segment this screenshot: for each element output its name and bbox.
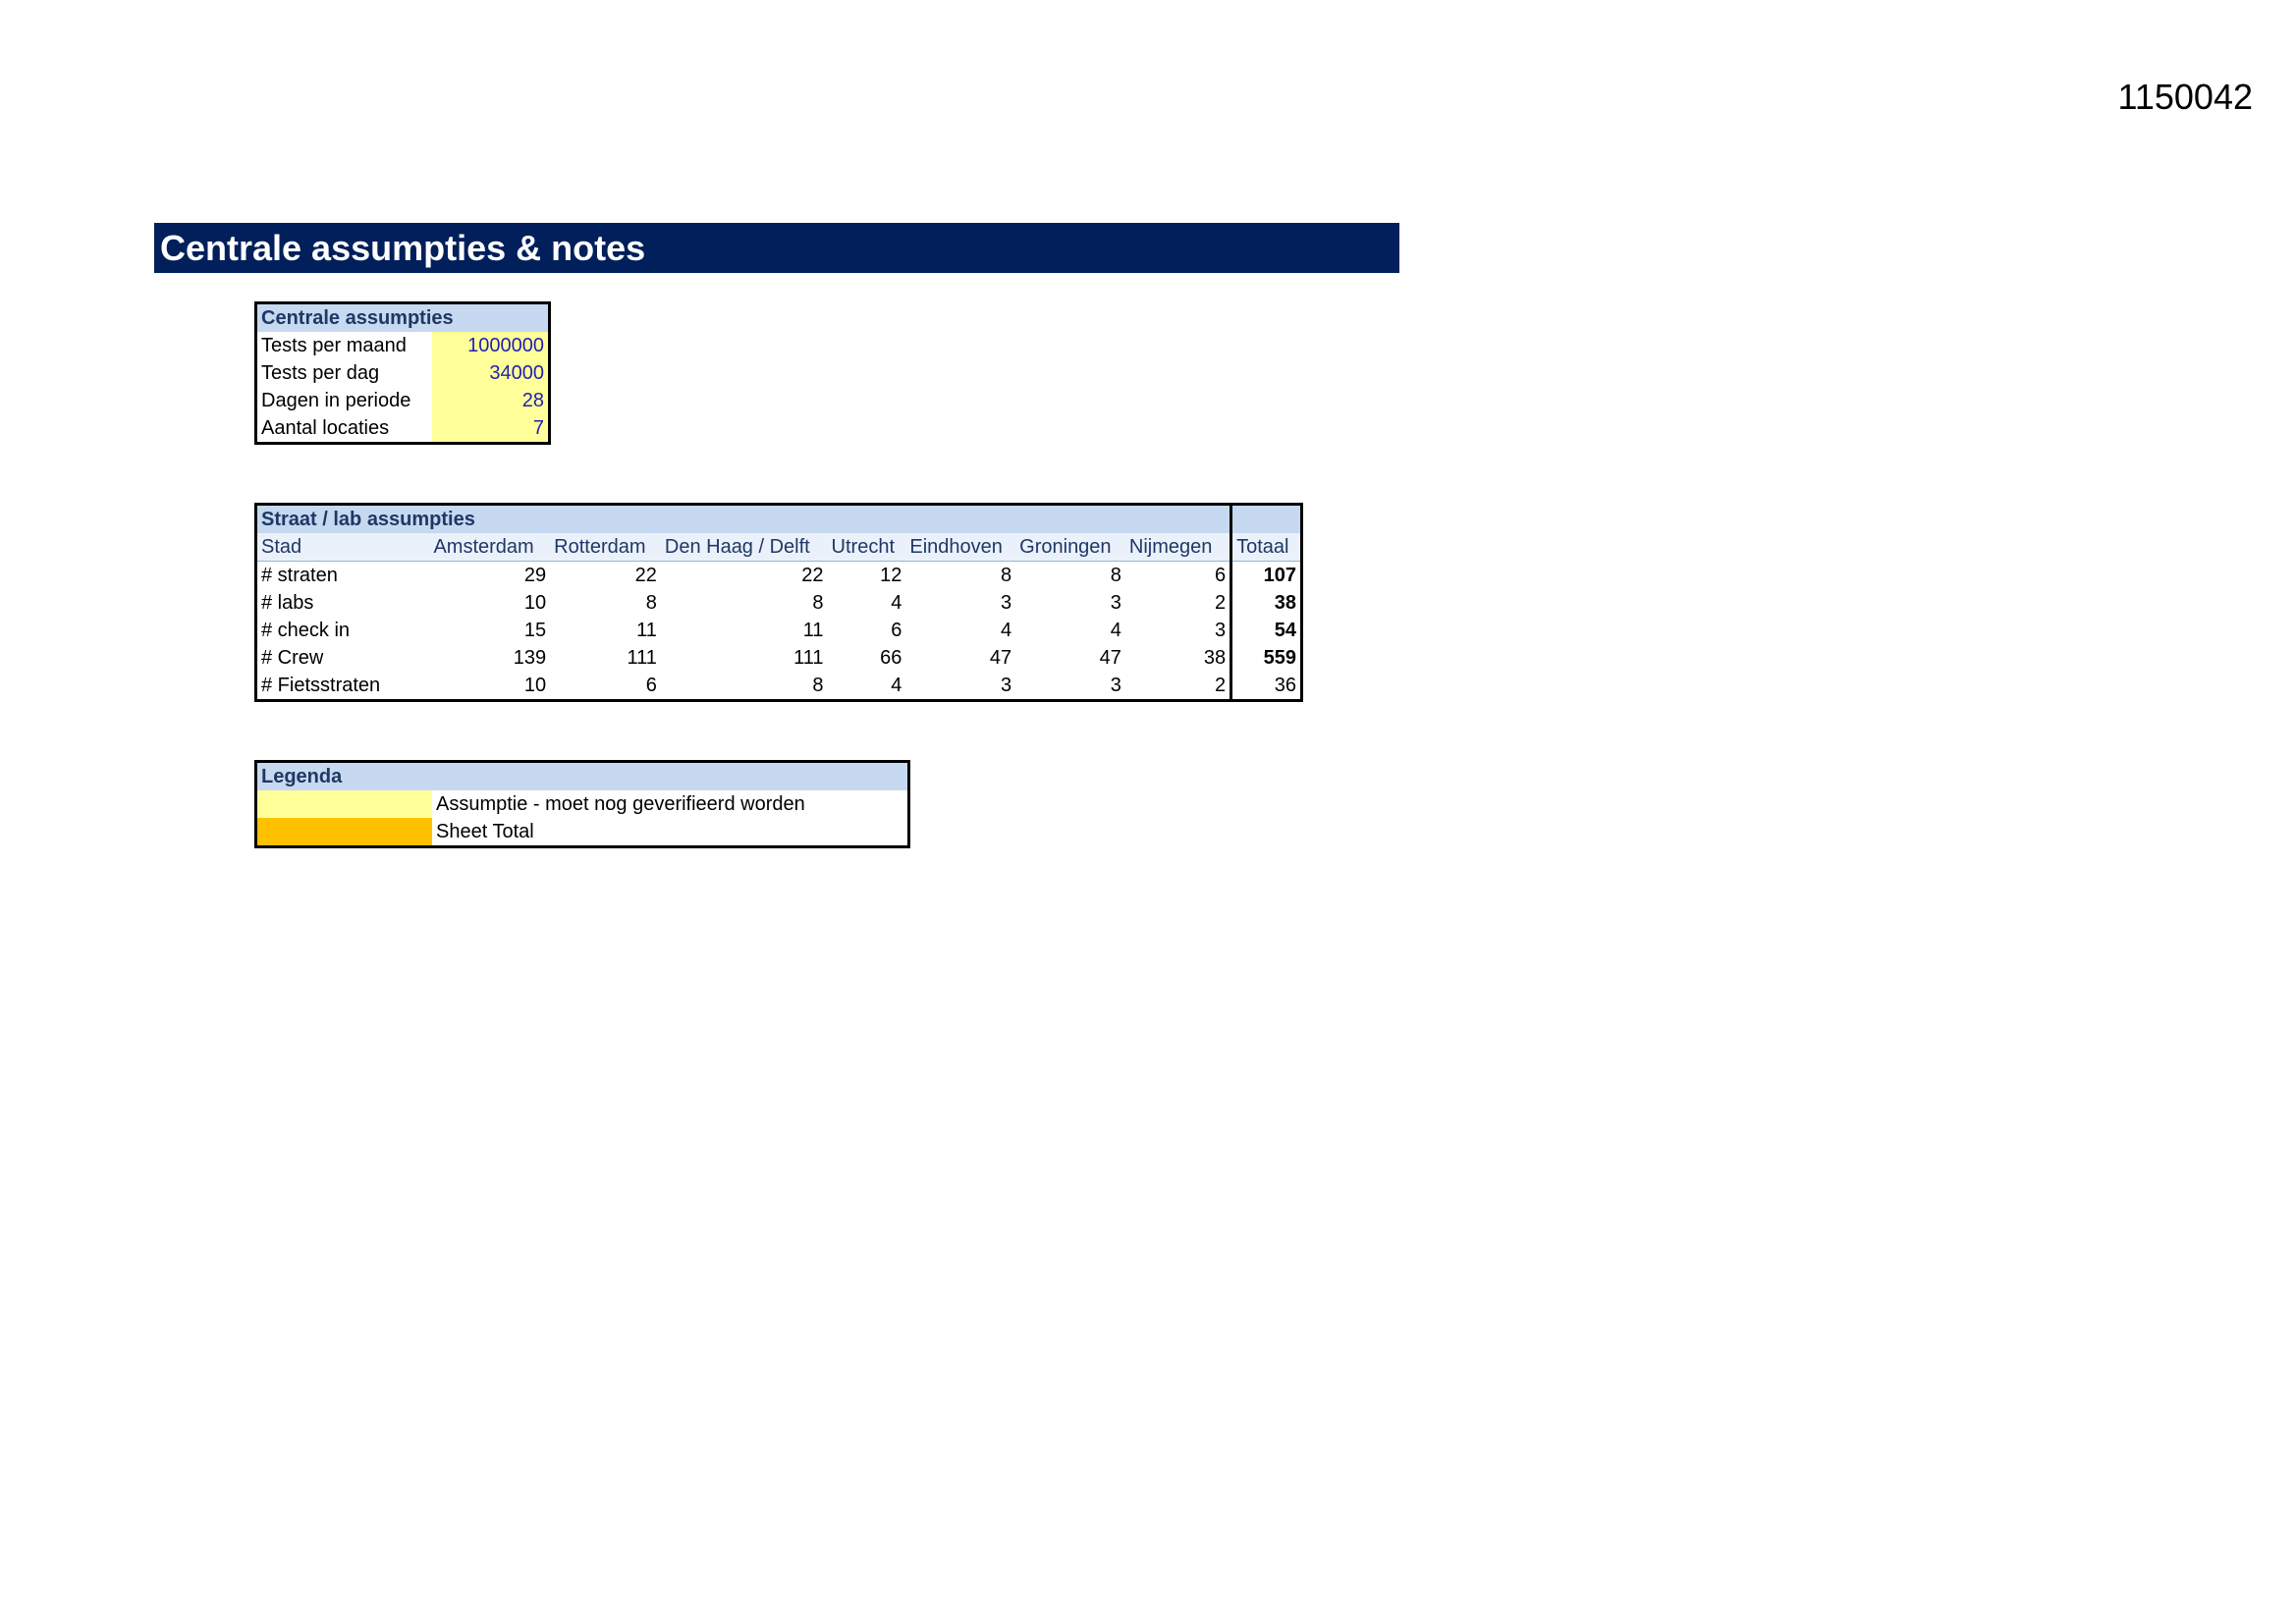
- cell: 3: [1214, 620, 1227, 641]
- row-label: # straten: [261, 565, 338, 586]
- cell: 4: [891, 592, 902, 614]
- col-header: Den Haag / Delft: [660, 533, 828, 562]
- cell: 29: [523, 565, 547, 586]
- legend-swatch-assumption: [255, 790, 432, 818]
- cell: 38: [1203, 647, 1227, 669]
- total-header-blank: [1230, 504, 1302, 533]
- page-title: Centrale assumpties & notes: [154, 223, 1399, 273]
- total-cell: 38: [1230, 589, 1302, 617]
- cell: 10: [523, 675, 547, 696]
- cell: 8: [1001, 565, 1012, 586]
- cell: 4: [1001, 620, 1012, 641]
- row-label: # check in: [261, 620, 351, 641]
- col-header: Nijmegen: [1124, 533, 1231, 562]
- street-lab-table: Straat / lab assumpties Stad Amsterdam R…: [254, 503, 1303, 702]
- cell: 47: [989, 647, 1012, 669]
- cell: 10: [523, 592, 547, 614]
- total-cell: 36: [1230, 672, 1302, 701]
- central-value: 1000000: [432, 332, 550, 359]
- cell: 6: [645, 675, 657, 696]
- central-value: 7: [432, 414, 550, 444]
- cell: 6: [1214, 565, 1227, 586]
- table-row: # check in 15 11 11 6 4 4 3 54: [256, 617, 1302, 644]
- cell: 12: [880, 565, 902, 586]
- central-assumptions-header: Centrale assumpties: [255, 302, 550, 332]
- cell: 22: [801, 565, 824, 586]
- street-lab-header: Straat / lab assumpties: [255, 504, 1231, 533]
- cell: 11: [636, 620, 657, 641]
- central-label: Tests per maand: [261, 335, 407, 356]
- cell: 111: [793, 647, 824, 669]
- cell: 3: [1110, 592, 1121, 614]
- cell: 4: [1110, 620, 1121, 641]
- col-header: Eindhoven: [905, 533, 1016, 562]
- table-row: # straten 29 22 22 12 8 8 6 107: [256, 561, 1302, 589]
- central-label: Aantal locaties: [261, 417, 390, 439]
- table-row: # Crew 139 111 111 66 47 47 38 559: [256, 644, 1302, 672]
- central-assumptions-table: Centrale assumpties Tests per maand 10000…: [254, 301, 551, 445]
- cell: 8: [1110, 565, 1121, 586]
- cell: 6: [891, 620, 902, 641]
- cell: 4: [891, 675, 902, 696]
- col-header: Utrecht: [827, 533, 906, 562]
- central-label: Dagen in periode: [261, 390, 411, 411]
- cell: 47: [1099, 647, 1121, 669]
- legend-table: Legenda Assumptie - moet nog geverifieer…: [254, 760, 910, 848]
- total-cell: 54: [1230, 617, 1302, 644]
- legend-header: Legenda: [255, 761, 909, 790]
- cell: 8: [645, 592, 657, 614]
- cell: 139: [513, 647, 547, 669]
- total-cell: 559: [1230, 644, 1302, 672]
- central-label: Tests per dag: [261, 362, 380, 384]
- legend-label: Sheet Total: [436, 821, 534, 842]
- col-header: Groningen: [1015, 533, 1125, 562]
- cell: 3: [1110, 675, 1121, 696]
- col-header: Rotterdam: [550, 533, 661, 562]
- cell: 8: [812, 592, 824, 614]
- cell: 111: [627, 647, 657, 669]
- central-value: 28: [432, 387, 550, 414]
- row-label: # labs: [261, 592, 314, 614]
- cell: 8: [812, 675, 824, 696]
- cell: 2: [1214, 592, 1227, 614]
- col-header-total: Totaal: [1230, 533, 1302, 562]
- legend-swatch-total: [255, 818, 432, 847]
- cell: 3: [1001, 592, 1012, 614]
- col-header: Amsterdam: [429, 533, 551, 562]
- cell: 15: [523, 620, 547, 641]
- cell: 66: [880, 647, 902, 669]
- cell: 22: [634, 565, 657, 586]
- row-label: # Fietsstraten: [261, 675, 381, 696]
- document-id: 1150042: [2117, 77, 2253, 117]
- table-row: # Fietsstraten 10 6 8 4 3 3 2 36: [256, 672, 1302, 701]
- cell: 11: [802, 620, 824, 641]
- table-row: # labs 10 8 8 4 3 3 2 38: [256, 589, 1302, 617]
- legend-label: Assumptie - moet nog geverifieerd worden: [436, 793, 805, 815]
- central-value: 34000: [432, 359, 550, 387]
- cell: 2: [1214, 675, 1227, 696]
- col-header: Stad: [255, 533, 430, 562]
- total-cell: 107: [1230, 561, 1302, 589]
- row-label: # Crew: [261, 647, 324, 669]
- cell: 3: [1001, 675, 1012, 696]
